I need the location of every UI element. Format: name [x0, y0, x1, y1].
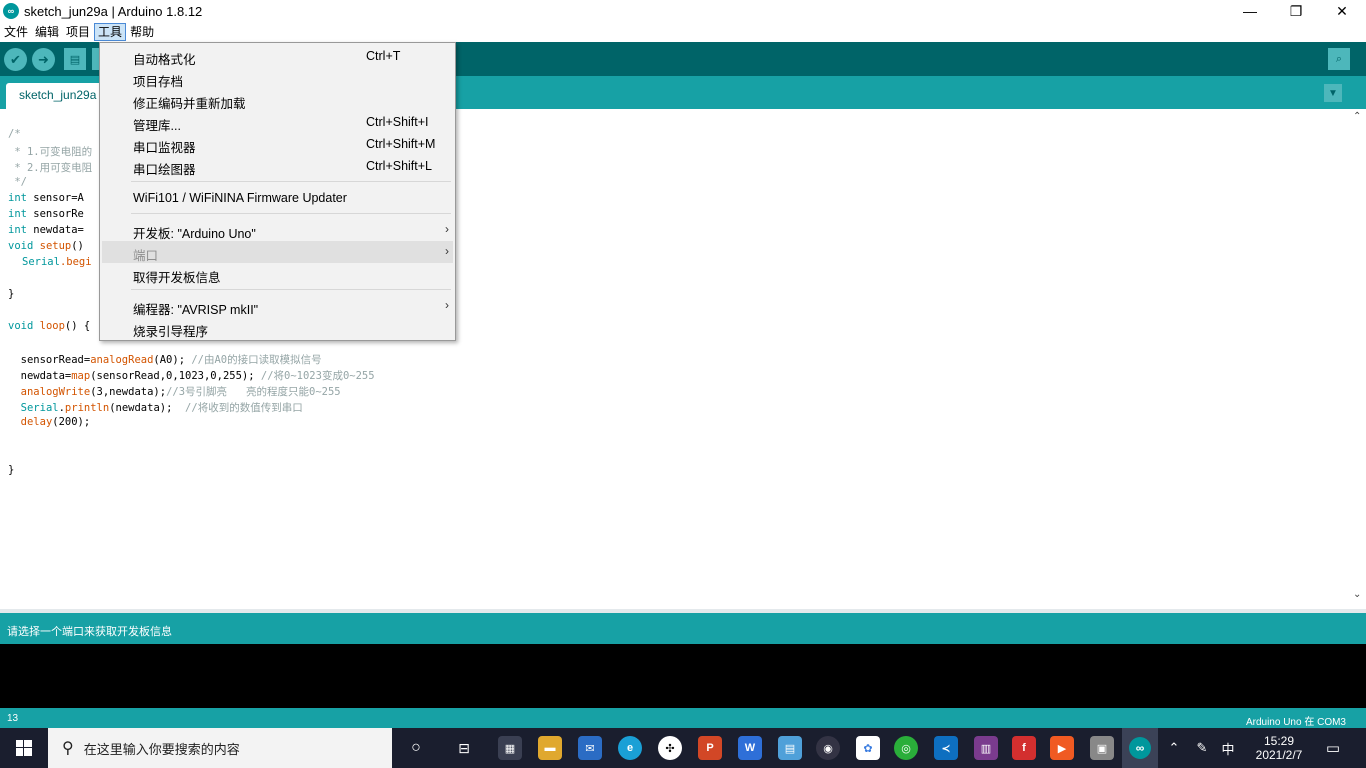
scroll-down-icon[interactable]: ⌄ — [1353, 589, 1361, 600]
menu-separator — [131, 181, 451, 182]
tab-menu-button[interactable]: ▼ — [1324, 84, 1342, 102]
chevron-right-icon: › — [445, 222, 449, 236]
code-line: * 2.用可变电阻 — [8, 162, 93, 174]
menu-item-fix-encoding[interactable]: 修正编码并重新加载 — [102, 89, 453, 111]
app-icon[interactable]: ◉ — [816, 736, 840, 760]
winrar-icon[interactable]: ▥ — [974, 736, 998, 760]
search-icon: ⚲ — [62, 740, 74, 757]
wps-icon[interactable]: W — [738, 736, 762, 760]
windows-icon — [16, 740, 32, 756]
code-line: */ — [8, 176, 27, 188]
clock-date: 2021/2/7 — [1255, 748, 1303, 762]
code-line: sensorRead=analogRead(A0); //由A0的接口读取模拟信… — [8, 354, 322, 366]
menu-item-port[interactable]: 端口 › — [102, 241, 453, 263]
pen-icon[interactable]: ✎ — [1190, 728, 1214, 768]
chevron-right-icon: › — [445, 244, 449, 258]
console-output[interactable] — [0, 644, 1366, 708]
menu-help[interactable]: 帮助 — [127, 23, 157, 41]
new-button[interactable]: ▤ — [64, 48, 86, 70]
clock-time: 15:29 — [1263, 734, 1295, 748]
store-icon[interactable]: ▦ — [498, 736, 522, 760]
chevron-up-icon[interactable]: ⌃ — [1164, 728, 1184, 768]
code-line: void setup() — [8, 240, 91, 252]
file-explorer-icon[interactable]: ▬ — [538, 736, 562, 760]
app-icon[interactable]: f — [1012, 736, 1036, 760]
cortana-icon[interactable]: ○ — [402, 728, 430, 768]
app-icon[interactable]: ✣ — [658, 736, 682, 760]
status-message: 请选择一个端口来获取开发板信息 — [7, 626, 172, 638]
code-line: /* — [8, 128, 21, 140]
taskbar-search-box[interactable]: ⚲ 在这里输入你要搜索的内容 — [48, 728, 392, 768]
menu-item-board-info[interactable]: 取得开发板信息 — [102, 263, 453, 285]
code-line: delay(200); — [20, 416, 91, 428]
menu-item-manage-libraries[interactable]: 管理库... Ctrl+Shift+I — [102, 111, 453, 133]
serial-monitor-button[interactable]: ⌕ — [1328, 48, 1350, 70]
app-icon[interactable]: ▤ — [778, 736, 802, 760]
menu-separator — [131, 289, 451, 290]
windows-start-button[interactable] — [0, 728, 48, 768]
verify-button[interactable]: ✔ — [4, 48, 27, 71]
notification-icon[interactable]: ▭ — [1318, 728, 1348, 768]
status-bar: 请选择一个端口来获取开发板信息 — [0, 613, 1366, 644]
menu-edit[interactable]: 编辑 — [32, 23, 62, 41]
menu-item-serial-monitor[interactable]: 串口监视器 Ctrl+Shift+M — [102, 133, 453, 155]
close-button[interactable]: ✕ — [1319, 0, 1365, 22]
window-title: sketch_jun29a | Arduino 1.8.12 — [24, 3, 203, 19]
minimize-button[interactable]: — — [1227, 0, 1273, 22]
code-line: } — [8, 464, 15, 476]
menu-item-archive-sketch[interactable]: 项目存档 — [102, 67, 453, 89]
search-placeholder: 在这里输入你要搜索的内容 — [83, 741, 240, 757]
clock[interactable]: 15:29 2021/2/7 — [1244, 728, 1314, 768]
taskbar: ⚲ 在这里输入你要搜索的内容 ○ ⊟ ▦ ▬ ✉ e ✣ P W ▤ ◉ ✿ ◎… — [0, 728, 1366, 768]
menu-item-programmer[interactable]: 编程器: "AVRISP mkII" › — [102, 295, 453, 317]
code-line: int newdata= — [8, 224, 84, 236]
code-line: } — [8, 288, 15, 300]
menu-file[interactable]: 文件 — [1, 23, 31, 41]
arduino-taskbar-icon[interactable]: ∞ — [1122, 728, 1158, 768]
chevron-right-icon: › — [445, 298, 449, 312]
board-port-info: Arduino Uno 在 COM3 — [1245, 717, 1346, 728]
code-line: Serial.println(newdata); //将收到的数值传到串口 — [20, 402, 303, 414]
menu-sketch[interactable]: 项目 — [63, 23, 93, 41]
wechat-icon[interactable]: ◎ — [894, 736, 918, 760]
menu-tools[interactable]: 工具 — [94, 23, 127, 41]
scroll-up-icon[interactable]: ⌃ — [1353, 111, 1361, 122]
menu-item-burn-bootloader[interactable]: 烧录引导程序 — [102, 317, 453, 339]
menu-bar: 文件 编辑 项目 工具 帮助 — [0, 22, 1366, 42]
tools-menu: 自动格式化 Ctrl+T 项目存档 修正编码并重新加载 管理库... Ctrl+Sh… — [99, 42, 456, 341]
menu-item-serial-plotter[interactable]: 串口绘图器 Ctrl+Shift+L — [102, 155, 453, 177]
powerpoint-icon[interactable]: P — [698, 736, 722, 760]
code-line: * 1.可变电阻的 — [8, 146, 93, 158]
bottom-status-bar: 13 Arduino Uno 在 COM3 — [0, 708, 1366, 728]
edge-icon[interactable]: e — [618, 736, 642, 760]
mail-icon[interactable]: ✉ — [578, 736, 602, 760]
code-line: newdata=map(sensorRead,0,1023,0,255); //… — [8, 370, 375, 382]
app-icon[interactable]: ✿ — [856, 736, 880, 760]
line-number: 13 — [7, 713, 19, 724]
vscode-icon[interactable]: ≺ — [934, 736, 958, 760]
title-bar: ∞ sketch_jun29a | Arduino 1.8.12 — ❐ ✕ — [0, 0, 1366, 22]
arduino-icon: ∞ — [3, 3, 19, 19]
upload-button[interactable]: ➜ — [32, 48, 55, 71]
code-line: analogWrite(3,newdata);//3号引脚亮 亮的程度只能0~2… — [20, 386, 341, 398]
menu-item-board[interactable]: 开发板: "Arduino Uno" › — [102, 219, 453, 241]
code-line: Serial.begi — [22, 256, 92, 268]
code-line: void loop() { — [8, 320, 91, 332]
code-line: int sensor=A — [8, 192, 84, 204]
task-view-icon[interactable]: ⊟ — [450, 728, 478, 768]
ime-indicator[interactable]: 中 — [1216, 728, 1240, 768]
maximize-button[interactable]: ❐ — [1273, 0, 1319, 22]
menu-item-firmware-updater[interactable]: WiFi101 / WiFiNINA Firmware Updater — [102, 187, 453, 209]
code-line: int sensorRe — [8, 208, 84, 220]
app-icon[interactable]: ▶ — [1050, 736, 1074, 760]
editor-scrollbar[interactable]: ⌃ ⌄ — [1350, 109, 1366, 609]
menu-item-auto-format[interactable]: 自动格式化 Ctrl+T — [102, 45, 453, 67]
menu-separator — [131, 213, 451, 214]
app-icon[interactable]: ▣ — [1090, 736, 1114, 760]
tab-sketch[interactable]: sketch_jun29a — [6, 83, 106, 109]
